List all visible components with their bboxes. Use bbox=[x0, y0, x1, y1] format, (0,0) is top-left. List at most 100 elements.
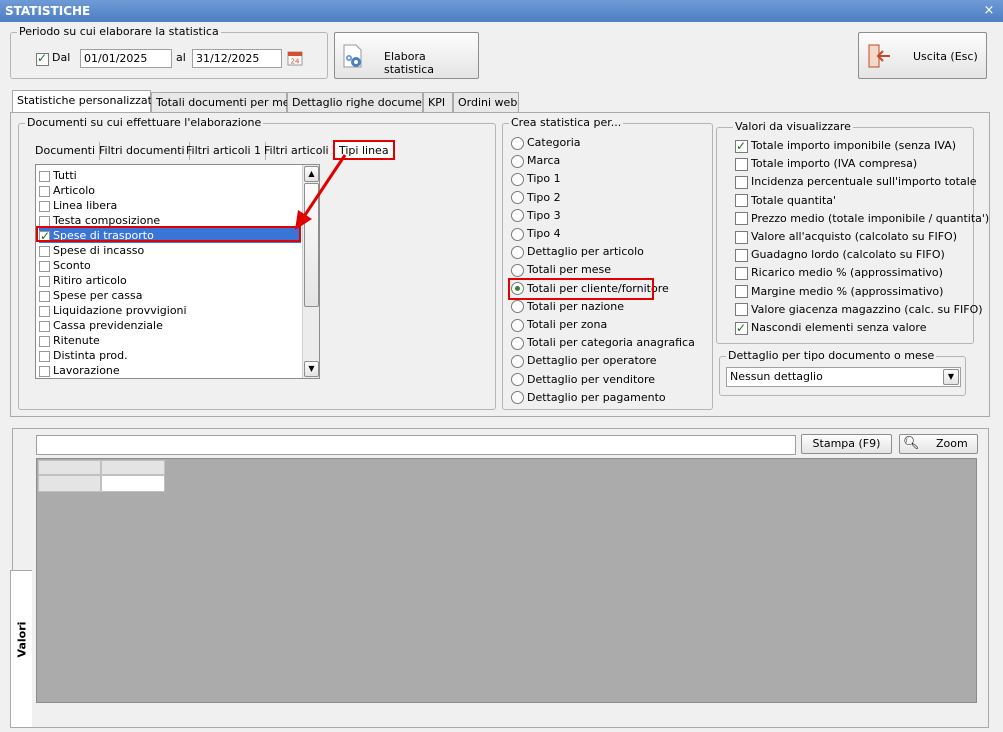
radio-button[interactable] bbox=[511, 191, 524, 205]
valori-option[interactable]: Valore giacenza magazzino (calc. su FIFO… bbox=[735, 302, 983, 318]
chevron-down-icon[interactable]: ▼ bbox=[943, 369, 959, 385]
line-types-list[interactable]: Tutti Articolo Linea libera Testa composizi… bbox=[35, 164, 320, 379]
valori-checkbox[interactable] bbox=[735, 175, 748, 189]
radio-button[interactable] bbox=[511, 373, 524, 387]
subtab-documenti[interactable]: Documenti bbox=[31, 142, 101, 160]
tab-ordini-web[interactable]: Ordini web bbox=[453, 92, 519, 112]
grid-cell[interactable] bbox=[101, 475, 165, 492]
line-type-item[interactable]: Testa composizione bbox=[39, 213, 301, 228]
from-date-field[interactable]: 01/01/2025 bbox=[80, 49, 172, 68]
exit-button[interactable]: Uscita (Esc) bbox=[858, 32, 987, 79]
valori-checkbox[interactable] bbox=[735, 248, 748, 262]
crea-option[interactable]: Tipo 3 bbox=[511, 208, 561, 224]
dal-checkbox[interactable] bbox=[36, 51, 49, 66]
valori-option[interactable]: Totale quantita' bbox=[735, 193, 836, 209]
results-search-input[interactable] bbox=[36, 435, 796, 455]
stampa-button[interactable]: Stampa (F9) bbox=[801, 434, 892, 454]
crea-option[interactable]: Totali per categoria anagrafica bbox=[511, 335, 695, 351]
zoom-button[interactable]: 🔍︎ Zoom bbox=[899, 434, 978, 454]
line-type-checkbox[interactable] bbox=[39, 229, 50, 244]
line-type-checkbox[interactable] bbox=[39, 275, 50, 287]
crea-option[interactable]: Totali per mese bbox=[511, 262, 611, 278]
line-type-item[interactable]: Linea libera bbox=[39, 198, 301, 213]
line-type-item[interactable]: Spese di trasporto bbox=[39, 228, 301, 244]
valori-option[interactable]: Nascondi elementi senza valore bbox=[735, 320, 926, 336]
tab-kpi[interactable]: KPI bbox=[423, 92, 453, 112]
crea-option[interactable]: Dettaglio per operatore bbox=[511, 353, 657, 369]
line-type-checkbox[interactable] bbox=[39, 215, 50, 227]
radio-button[interactable] bbox=[511, 154, 524, 168]
crea-option[interactable]: Dettaglio per venditore bbox=[511, 372, 655, 388]
line-type-item[interactable]: Ritiro articolo bbox=[39, 273, 301, 288]
line-type-checkbox[interactable] bbox=[39, 185, 50, 197]
list-scrollbar[interactable]: ▲ ▼ bbox=[302, 165, 319, 378]
crea-option[interactable]: Marca bbox=[511, 153, 560, 169]
scroll-thumb[interactable] bbox=[304, 183, 319, 307]
elabora-statistica-button[interactable]: Elabora statistica bbox=[334, 32, 479, 79]
valori-option[interactable]: Incidenza percentuale sull'importo total… bbox=[735, 174, 977, 190]
radio-button[interactable] bbox=[511, 172, 524, 186]
dettaglio-select[interactable]: Nessun dettaglio ▼ bbox=[726, 367, 961, 387]
crea-option[interactable]: Tipo 1 bbox=[511, 171, 561, 187]
valori-checkbox[interactable] bbox=[735, 138, 748, 154]
tab-totali-documenti-per-mese[interactable]: Totali documenti per mese bbox=[151, 92, 302, 112]
line-type-item[interactable]: Ritenute bbox=[39, 333, 301, 348]
radio-button[interactable] bbox=[511, 354, 524, 368]
subtab-filtri-articoli-2[interactable]: Filtri articoli 2 bbox=[260, 142, 345, 160]
radio-button[interactable] bbox=[511, 136, 524, 150]
radio-button[interactable] bbox=[511, 391, 524, 405]
radio-button[interactable] bbox=[511, 336, 524, 350]
valori-checkbox[interactable] bbox=[735, 285, 748, 299]
radio-button[interactable] bbox=[511, 263, 524, 277]
results-grid[interactable] bbox=[36, 458, 977, 703]
radio-button[interactable] bbox=[511, 245, 524, 259]
radio-button[interactable] bbox=[511, 318, 524, 332]
line-type-checkbox[interactable] bbox=[39, 290, 50, 302]
line-type-item[interactable]: Lavorazione bbox=[39, 363, 301, 378]
line-type-checkbox[interactable] bbox=[39, 320, 50, 332]
crea-option[interactable]: Dettaglio per articolo bbox=[511, 244, 644, 260]
valori-option[interactable]: Valore all'acquisto (calcolato su FIFO) bbox=[735, 229, 957, 245]
tab-dettaglio-righe-documenti[interactable]: Dettaglio righe documenti bbox=[287, 92, 436, 112]
valori-option[interactable]: Totale importo (IVA compresa) bbox=[735, 156, 917, 172]
subtab-filtri-documenti[interactable]: Filtri documenti bbox=[95, 142, 190, 160]
valori-checkbox[interactable] bbox=[735, 157, 748, 171]
crea-option[interactable]: Tipo 4 bbox=[511, 226, 561, 242]
valori-checkbox[interactable] bbox=[735, 266, 748, 280]
line-type-item[interactable]: Articolo bbox=[39, 183, 301, 198]
valori-checkbox[interactable] bbox=[735, 303, 748, 317]
line-type-checkbox[interactable] bbox=[39, 350, 50, 362]
radio-button[interactable] bbox=[511, 300, 524, 314]
line-type-checkbox[interactable] bbox=[39, 170, 50, 182]
valori-checkbox[interactable] bbox=[735, 320, 748, 336]
line-type-checkbox[interactable] bbox=[39, 305, 50, 317]
line-type-item[interactable]: Liquidazione provvigioni bbox=[39, 303, 301, 318]
line-type-item[interactable]: Spese per cassa bbox=[39, 288, 301, 303]
valori-checkbox[interactable] bbox=[735, 194, 748, 208]
line-type-checkbox[interactable] bbox=[39, 200, 50, 212]
crea-option[interactable]: Categoria bbox=[511, 135, 581, 151]
line-type-item[interactable]: Distinta prod. bbox=[39, 348, 301, 363]
line-type-item[interactable]: Cassa previdenziale bbox=[39, 318, 301, 333]
radio-button[interactable] bbox=[511, 209, 524, 223]
scroll-up-icon[interactable]: ▲ bbox=[304, 166, 319, 182]
valori-checkbox[interactable] bbox=[735, 212, 748, 226]
valori-option[interactable]: Totale importo imponibile (senza IVA) bbox=[735, 138, 956, 154]
line-type-item[interactable]: Sconto bbox=[39, 258, 301, 273]
crea-option[interactable]: Tipo 2 bbox=[511, 190, 561, 206]
line-type-checkbox[interactable] bbox=[39, 260, 50, 272]
crea-option[interactable]: Totali per nazione bbox=[511, 299, 624, 315]
close-icon[interactable]: × bbox=[981, 3, 997, 19]
crea-option[interactable]: Totali per zona bbox=[511, 317, 607, 333]
valori-option[interactable]: Guadagno lordo (calcolato su FIFO) bbox=[735, 247, 945, 263]
subtab-filtri-articoli-1[interactable]: Filtri articoli 1 bbox=[182, 142, 267, 160]
valori-option[interactable]: Prezzo medio (totale imponibile / quanti… bbox=[735, 211, 989, 227]
crea-option[interactable]: Totali per cliente/fornitore bbox=[511, 281, 669, 297]
subtab-tipi-linea[interactable]: Tipi linea bbox=[333, 140, 395, 160]
valori-option[interactable]: Ricarico medio % (approssimativo) bbox=[735, 265, 943, 281]
line-type-item[interactable]: Spese di incasso bbox=[39, 243, 301, 258]
radio-button[interactable] bbox=[511, 282, 524, 296]
line-type-checkbox[interactable] bbox=[39, 335, 50, 347]
line-type-checkbox[interactable] bbox=[39, 245, 50, 257]
crea-option[interactable]: Dettaglio per pagamento bbox=[511, 390, 666, 406]
